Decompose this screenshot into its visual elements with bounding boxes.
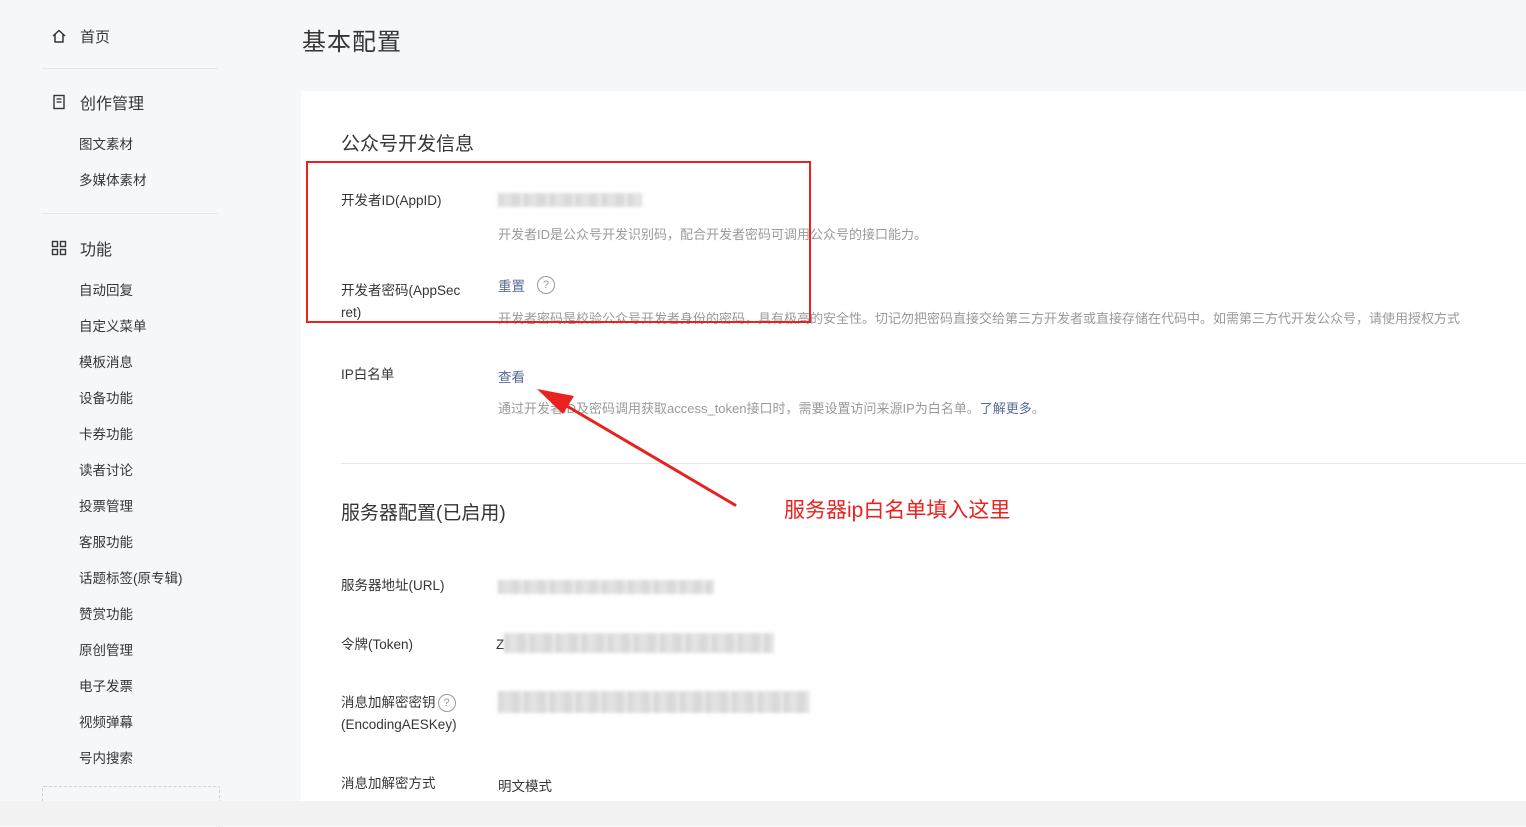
nav-group-creation[interactable]: 创作管理 xyxy=(50,90,144,114)
bottom-strip xyxy=(0,801,1526,826)
view-ip-whitelist-link[interactable]: 查看 xyxy=(498,366,525,386)
sidebar-item-original[interactable]: 原创管理 xyxy=(79,642,133,660)
aes-key-label: 消息加解密密钥 ? (EncodingAESKey) xyxy=(341,692,457,736)
nav-group-creation-label: 创作管理 xyxy=(80,96,145,113)
sidebar-item-device[interactable]: 设备功能 xyxy=(79,390,133,408)
section-divider xyxy=(341,463,1526,464)
grid-icon xyxy=(50,239,68,257)
highlight-box xyxy=(306,161,811,323)
sidebar-item-video-danmaku[interactable]: 视频弹幕 xyxy=(79,714,133,732)
dev-info-title: 公众号开发信息 xyxy=(341,134,475,155)
sidebar-item-template-message[interactable]: 模板消息 xyxy=(79,354,133,372)
token-label: 令牌(Token) xyxy=(341,637,414,652)
ip-whitelist-desc: 通过开发者ID及密码调用获取access_token接口时，需要设置访问来源IP… xyxy=(498,398,1045,417)
sidebar-divider xyxy=(42,68,218,69)
nav-group-features[interactable]: 功能 xyxy=(50,236,112,260)
sidebar-item-reader-discussion[interactable]: 读者讨论 xyxy=(79,462,133,480)
home-icon xyxy=(50,27,68,45)
sidebar: 首页 创作管理 图文素材 多媒体素材 功能 自动回复 自定义菜单 模板消息 设备… xyxy=(0,0,260,827)
document-icon xyxy=(50,93,68,111)
token-value-redacted xyxy=(504,633,774,653)
server-config-title: 服务器配置(已启用) xyxy=(341,503,506,524)
nav-home[interactable]: 首页 xyxy=(50,24,110,48)
aes-key-label-line2: (EncodingAESKey) xyxy=(341,717,457,732)
sidebar-item-customer-service[interactable]: 客服功能 xyxy=(79,534,133,552)
token-visible-char: Z xyxy=(496,637,505,652)
ip-whitelist-label: IP白名单 xyxy=(341,367,395,382)
sidebar-item-media-articles[interactable]: 图文素材 xyxy=(79,136,133,154)
sidebar-item-e-invoice[interactable]: 电子发票 xyxy=(79,678,133,696)
sidebar-item-vote[interactable]: 投票管理 xyxy=(79,498,133,516)
sidebar-item-multimedia[interactable]: 多媒体素材 xyxy=(79,172,147,190)
sidebar-item-custom-menu[interactable]: 自定义菜单 xyxy=(79,318,147,336)
help-icon[interactable]: ? xyxy=(437,694,456,712)
ip-whitelist-desc-text: 通过开发者ID及密码调用获取access_token接口时，需要设置访问来源IP… xyxy=(498,401,980,416)
encryption-mode-value: 明文模式 xyxy=(498,779,552,794)
aes-key-value-redacted xyxy=(498,691,810,713)
server-url-label: 服务器地址(URL) xyxy=(341,578,445,593)
ip-whitelist-desc-end: 。 xyxy=(1031,401,1045,416)
sidebar-item-reward[interactable]: 赞赏功能 xyxy=(79,606,133,624)
learn-more-link[interactable]: 了解更多 xyxy=(980,401,1032,416)
sidebar-item-card-coupon[interactable]: 卡券功能 xyxy=(79,426,133,444)
sidebar-item-auto-reply[interactable]: 自动回复 xyxy=(79,282,133,300)
server-url-value-redacted xyxy=(498,580,714,594)
nav-group-features-label: 功能 xyxy=(80,242,113,259)
aes-key-label-line1: 消息加解密密钥 xyxy=(341,695,436,710)
sidebar-divider xyxy=(42,213,218,214)
sidebar-item-topic-tags[interactable]: 话题标签(原专辑) xyxy=(79,570,183,588)
sidebar-item-in-account-search[interactable]: 号内搜索 xyxy=(79,750,133,768)
page-title: 基本配置 xyxy=(302,29,402,56)
encryption-mode-label: 消息加解密方式 xyxy=(341,776,436,791)
annotation-text: 服务器ip白名单填入这里 xyxy=(784,499,1011,522)
nav-home-label: 首页 xyxy=(80,28,111,46)
